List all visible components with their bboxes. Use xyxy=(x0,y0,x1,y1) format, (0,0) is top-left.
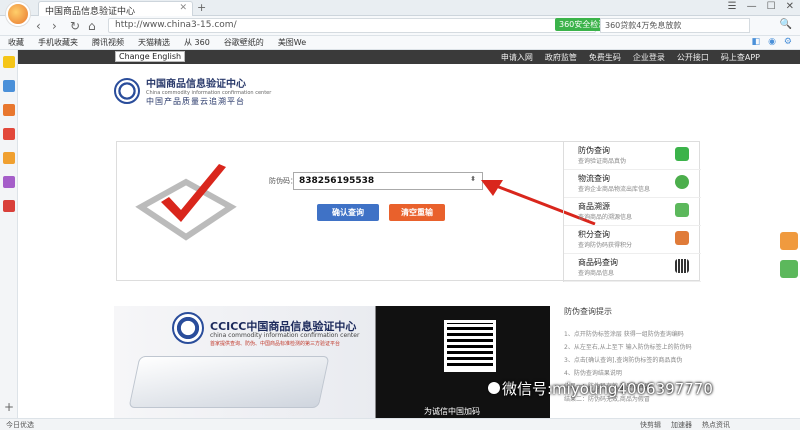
video-icon[interactable] xyxy=(2,176,15,188)
home-icon[interactable]: ⌂ xyxy=(88,19,96,33)
status-item[interactable]: 热点资讯 xyxy=(702,420,730,430)
weibo-icon[interactable] xyxy=(2,104,15,116)
bookmark-item[interactable]: 腾讯视频 xyxy=(92,37,124,48)
site-top-nav: Change English 申请入网 政府监管 免费生码 企业登录 公开接口 … xyxy=(18,50,800,64)
page-content: Change English 申请入网 政府监管 免费生码 企业登录 公开接口 … xyxy=(18,50,800,418)
bookmark-item[interactable]: 收藏 xyxy=(8,37,24,48)
tip-line: 3、点击[确认查询],查询防伪标签的商品真伪 xyxy=(564,357,683,364)
close-tab-icon[interactable]: ✕ xyxy=(179,3,187,13)
address-bar-row: ‹ › ↻ ⌂ http://www.china3-15.com/ 360安全检… xyxy=(0,16,800,36)
game-icon[interactable]: ◉ xyxy=(768,37,776,47)
checkmark-icon xyxy=(135,164,237,241)
bookmark-item[interactable]: 从 360 xyxy=(184,37,210,48)
tools-icon[interactable]: ⚙ xyxy=(784,37,792,47)
bookmark-item[interactable]: 谷歌壁纸的 xyxy=(224,37,264,48)
watermark: 微信号:miyoung4006397770 xyxy=(502,380,713,398)
nav-link[interactable]: 免费生码 xyxy=(589,52,621,63)
qr-caption: 为诚信中国加码 xyxy=(424,407,480,416)
bookmark-item[interactable]: 天猫精选 xyxy=(138,37,170,48)
quick-link-product-code[interactable]: 商品码查询 查询商品信息 xyxy=(564,254,701,282)
banner-seal-icon xyxy=(172,312,204,344)
star-icon[interactable] xyxy=(2,56,15,68)
tab-active[interactable]: 中国商品信息验证中心 ✕ xyxy=(38,1,193,16)
nav-link[interactable]: 申请入网 xyxy=(501,52,533,63)
quick-links: 防伪查询 查询验证商品真伪 物流查询 查询企业商品物流出库信息 商品溯源 查询商… xyxy=(563,142,701,282)
code-value: 838256195538 xyxy=(299,176,375,186)
floating-service xyxy=(780,232,800,288)
nav-link[interactable]: 政府监管 xyxy=(545,52,577,63)
promo-banner[interactable]: CCICC中国商品信息验证中心 china commodity informat… xyxy=(114,306,550,418)
chat-icon[interactable] xyxy=(780,232,798,250)
nav-link[interactable]: 公开接口 xyxy=(677,52,709,63)
network-icon xyxy=(675,203,689,217)
tip-line: 4、防伪查询结果说明 xyxy=(564,370,622,377)
url-field[interactable]: http://www.china3-15.com/ xyxy=(108,18,596,33)
search-icon[interactable]: 🔍 xyxy=(780,19,792,30)
menu-icon[interactable]: ☰ xyxy=(728,1,737,12)
change-english-button[interactable]: Change English xyxy=(115,51,186,62)
confirm-query-button[interactable]: 确认查询 xyxy=(317,204,379,221)
tip-line: 1、点开防伪标签涂层 获得一组防伪查询编码 xyxy=(564,331,684,338)
close-window-icon[interactable]: ✕ xyxy=(786,1,794,12)
nav-link[interactable]: 码上查APP xyxy=(721,52,760,63)
status-item[interactable]: 加速器 xyxy=(671,420,692,430)
tips-title: 防伪查询提示 xyxy=(564,307,612,316)
tab-title: 中国商品信息验证中心 xyxy=(45,7,136,16)
anti-counterfeit-code-input[interactable]: 838256195538 ⬍ xyxy=(293,172,483,190)
status-bar: 今日优选 快剪辑 加速器 热点资讯 xyxy=(0,418,800,430)
maximize-icon[interactable]: ☐ xyxy=(767,1,776,12)
spinner-icon[interactable]: ⬍ xyxy=(470,175,476,183)
clear-reenter-button[interactable]: 清空重输 xyxy=(389,204,445,221)
banner-tagline: 首家提供查询、防伪、中国商品标准检测的第三方验证平台 xyxy=(210,341,341,347)
url-text: http://www.china3-15.com/ xyxy=(115,20,237,30)
brand-subtitle: 中国产品质量云追溯平台 xyxy=(146,97,245,106)
quick-link-anti-fake[interactable]: 防伪查询 查询验证商品真伪 xyxy=(564,142,701,170)
bookmark-bar: 收藏 手机收藏夹 腾讯视频 天猫精选 从 360 谷歌壁纸的 美图We ◧ ◉ … xyxy=(0,36,800,50)
target-icon[interactable] xyxy=(2,128,15,140)
minimize-icon[interactable]: — xyxy=(747,1,757,12)
brand-name: 中国商品信息验证中心 xyxy=(146,79,246,90)
status-left[interactable]: 今日优选 xyxy=(6,420,34,430)
nav-link[interactable]: 企业登录 xyxy=(633,52,665,63)
forward-icon[interactable]: › xyxy=(52,19,57,33)
extension-icon[interactable]: ◧ xyxy=(752,37,761,47)
tip-line: 2、从左至右,从上至下 输入防伪标签上的防伪码 xyxy=(564,344,692,351)
shop-icon[interactable] xyxy=(2,200,15,212)
tab-bar: 中国商品信息验证中心 ✕ + ☰ — ☐ ✕ xyxy=(0,0,800,26)
query-tips: 防伪查询提示 1、点开防伪标签涂层 获得一组防伪查询编码 2、从左至右,从上至下… xyxy=(564,306,704,418)
book-icon[interactable] xyxy=(2,152,15,164)
bookmark-item[interactable]: 美图We xyxy=(278,37,306,48)
news-icon[interactable] xyxy=(2,80,15,92)
browser-logo-icon[interactable] xyxy=(6,2,30,26)
quick-link-points[interactable]: 积分查询 查询防伪码获得积分 xyxy=(564,226,701,254)
qr-code-icon xyxy=(444,320,496,372)
site-logo[interactable]: 中国商品信息验证中心 China commodity information c… xyxy=(114,75,271,107)
bookmark-item[interactable]: 手机收藏夹 xyxy=(38,37,78,48)
banner-english: china commodity information confirmation… xyxy=(210,332,360,339)
search-text: 360贷款4万免息放款 xyxy=(605,21,682,30)
toolbar-icons: ◧ ◉ ⚙ xyxy=(752,37,792,47)
shield-icon xyxy=(675,147,689,161)
window-controls: ☰ — ☐ ✕ xyxy=(728,1,794,12)
verification-panel: 防伪码： 838256195538 ⬍ 确认查询 清空重输 防伪查询 查询验证商… xyxy=(116,141,701,282)
search-input[interactable]: 360贷款4万免息放款 xyxy=(600,18,750,33)
seal-logo-icon xyxy=(114,78,140,104)
globe-icon xyxy=(675,175,689,189)
quick-link-logistics[interactable]: 物流查询 查询企业商品物流出库信息 xyxy=(564,170,701,198)
gift-icon xyxy=(675,231,689,245)
browser-sidebar: + xyxy=(0,50,18,418)
back-icon[interactable]: ‹ xyxy=(36,19,41,33)
new-tab-icon[interactable]: + xyxy=(197,1,206,14)
status-item[interactable]: 快剪辑 xyxy=(640,420,661,430)
wechat-watermark-icon xyxy=(488,382,500,394)
tablet-image xyxy=(128,356,330,408)
add-sidebar-icon[interactable]: + xyxy=(4,400,14,414)
refresh-icon[interactable]: ↻ xyxy=(70,19,80,33)
barcode-icon xyxy=(675,259,689,273)
quick-link-trace[interactable]: 商品溯源 查询商品的溯源信息 xyxy=(564,198,701,226)
wechat-icon[interactable] xyxy=(780,260,798,278)
